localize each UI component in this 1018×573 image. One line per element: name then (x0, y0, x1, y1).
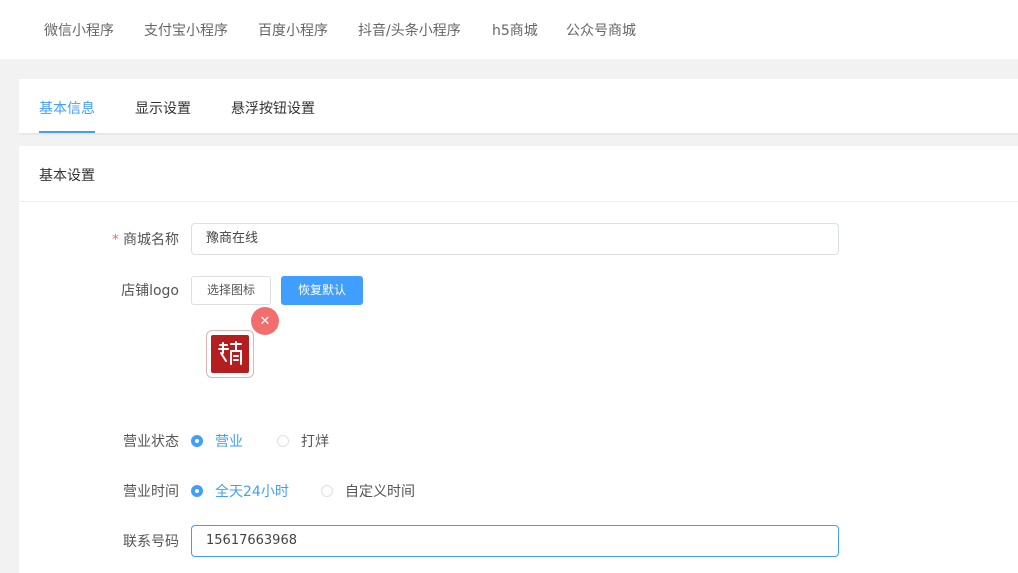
radio-open[interactable]: 营业 (191, 431, 243, 451)
required-mark: * (112, 232, 119, 248)
tab-float-button-settings[interactable]: 悬浮按钮设置 (231, 98, 315, 118)
radio-closed-label: 打烊 (301, 434, 329, 450)
platform-tab-h5[interactable]: h5商城 (492, 20, 538, 40)
business-status-label: 营业状态 (123, 434, 179, 450)
radio-circle (277, 435, 289, 447)
choose-icon-button[interactable]: 选择图标 (191, 276, 271, 305)
platform-tab-douyin[interactable]: 抖音/头条小程序 (358, 20, 461, 40)
platform-tab-baidu[interactable]: 百度小程序 (258, 20, 328, 40)
platform-tab-official-account[interactable]: 公众号商城 (566, 20, 636, 40)
radio-open-label: 营业 (215, 434, 243, 450)
logo-label: 店铺logo (121, 283, 179, 299)
section-title: 基本设置 (39, 168, 95, 184)
platform-tab-wechat[interactable]: 微信小程序 (44, 20, 114, 40)
platform-tab-alipay[interactable]: 支付宝小程序 (144, 20, 228, 40)
tab-display-settings[interactable]: 显示设置 (135, 98, 191, 118)
business-hours-label: 营业时间 (123, 484, 179, 500)
basic-settings-panel: 基本设置 * 商城名称 豫商在线 店铺logo 选择图标 恢复默认 ✕ 营业状态 … (19, 146, 1018, 573)
shop-logo-image (206, 330, 254, 378)
logo-seal (211, 335, 249, 373)
radio-custom-time-label: 自定义时间 (345, 484, 415, 500)
radio-circle (191, 485, 203, 497)
tab-basic-info[interactable]: 基本信息 (39, 98, 95, 118)
platform-nav: 微信小程序 支付宝小程序 百度小程序 抖音/头条小程序 h5商城 公众号商城 (0, 0, 1018, 59)
radio-all-day[interactable]: 全天24小时 (191, 481, 289, 501)
radio-circle (321, 485, 333, 497)
logo-calligraphy-icon (218, 341, 242, 365)
section-divider (19, 201, 1018, 202)
phone-input[interactable]: 15617663968 (191, 525, 839, 557)
reset-default-button[interactable]: 恢复默认 (281, 276, 363, 305)
shop-name-label-text: 商城名称 (123, 232, 179, 248)
radio-circle (191, 435, 203, 447)
shop-name-label: * 商城名称 (19, 229, 179, 249)
remove-logo-button[interactable]: ✕ (251, 307, 279, 335)
radio-closed[interactable]: 打烊 (277, 431, 329, 451)
phone-label: 联系号码 (123, 534, 179, 550)
shop-name-input[interactable]: 豫商在线 (191, 223, 839, 255)
radio-all-day-label: 全天24小时 (215, 484, 289, 500)
radio-custom-time[interactable]: 自定义时间 (321, 481, 415, 501)
active-tab-indicator (39, 131, 95, 133)
settings-tabs: 基本信息 显示设置 悬浮按钮设置 (19, 79, 1018, 135)
close-icon: ✕ (259, 313, 271, 329)
